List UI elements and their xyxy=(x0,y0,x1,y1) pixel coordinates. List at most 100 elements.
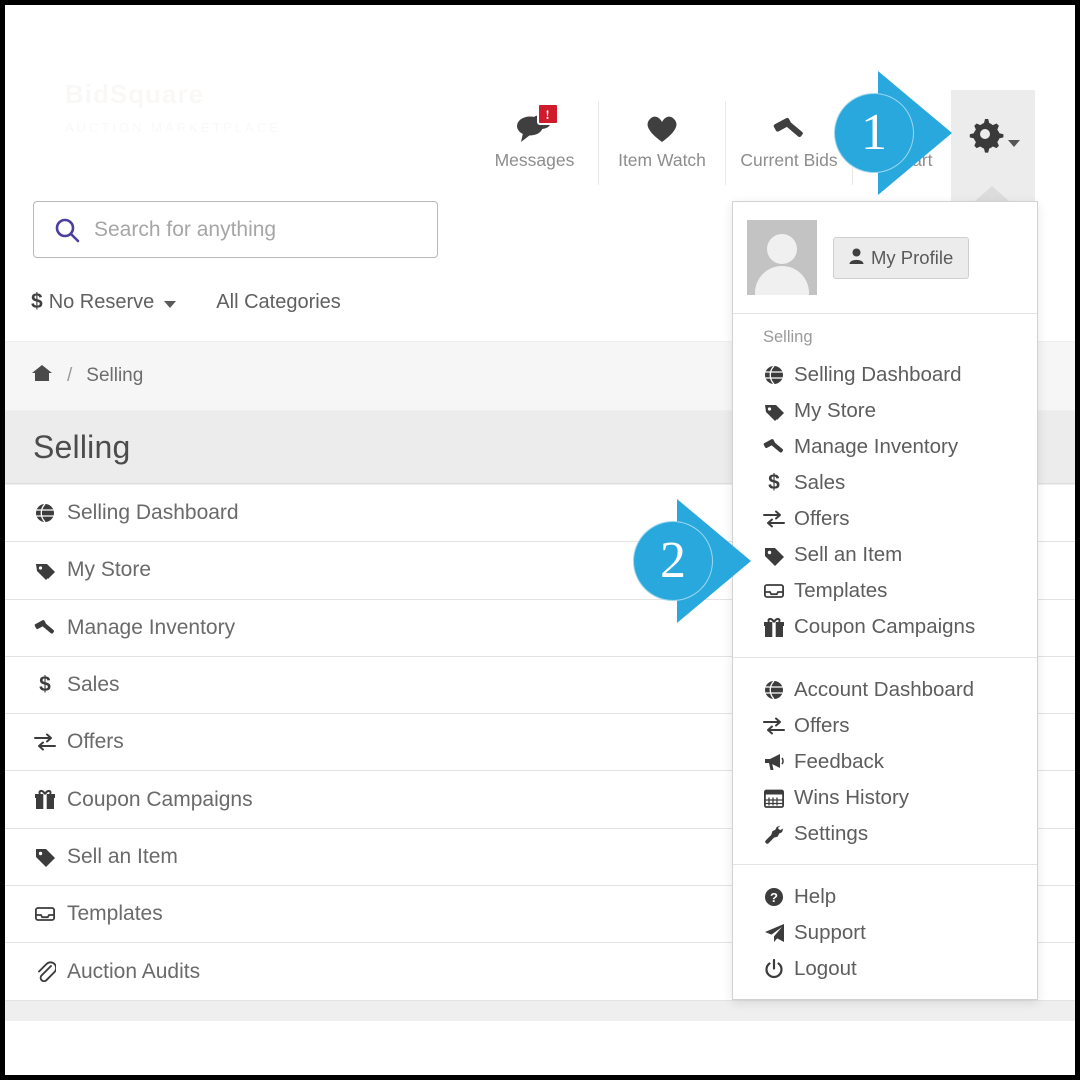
tag-icon xyxy=(33,846,57,868)
logo-text: BidSquare xyxy=(65,79,204,109)
home-icon[interactable] xyxy=(31,363,53,389)
exchange-icon xyxy=(763,716,785,736)
dropdown-item-label: Selling Dashboard xyxy=(794,363,962,386)
dropdown-profile-header: My Profile xyxy=(733,202,1037,314)
dollar-icon: $ xyxy=(39,673,51,697)
gavel-icon xyxy=(763,436,785,458)
dropdown-item-label: Offers xyxy=(794,507,850,530)
nav-item-messages[interactable]: ! Messages xyxy=(471,101,598,185)
gavel-icon xyxy=(772,107,806,151)
screenshot-frame: BidSquare AUCTION MARKETPLACE ! Messages xyxy=(0,0,1080,1080)
selling-list-item-label: Sales xyxy=(67,673,120,697)
search-icon xyxy=(54,217,80,243)
dropdown-item[interactable]: Wins History xyxy=(733,780,1037,816)
avatar-body xyxy=(755,266,809,295)
filter-all-categories[interactable]: All Categories xyxy=(216,291,341,314)
selling-list-item-label: My Store xyxy=(67,558,152,582)
dollar-icon: $ xyxy=(768,471,780,494)
dropdown-item-label: Logout xyxy=(794,957,857,980)
selling-list-item-label: Manage Inventory xyxy=(67,615,236,639)
filter-label: No Reserve xyxy=(48,290,155,313)
dropdown-item-label: Wins History xyxy=(794,786,910,809)
dropdown-item-label: Support xyxy=(794,921,866,944)
logo-subtext: AUCTION MARKETPLACE xyxy=(65,111,285,145)
dropdown-item-label: Sales xyxy=(794,471,846,494)
selling-list-item-label: Auction Audits xyxy=(67,959,201,983)
dropdown-item[interactable]: Account Dashboard xyxy=(733,672,1037,708)
dropdown-item[interactable]: Offers xyxy=(733,708,1037,744)
dropdown-selling-section: Selling Selling Dashboard My Store Manage … xyxy=(733,314,1037,658)
search-box[interactable] xyxy=(33,201,438,258)
calendar-icon xyxy=(763,788,785,808)
dropdown-item[interactable]: Sell an Item xyxy=(733,537,1037,573)
breadcrumb-current: Selling xyxy=(86,365,144,386)
dropdown-item-label: Offers xyxy=(794,714,850,737)
dropdown-item-label: Account Dashboard xyxy=(794,678,975,701)
avatar xyxy=(747,220,817,295)
comments-icon: ! xyxy=(515,103,559,151)
site-logo[interactable]: BidSquare AUCTION MARKETPLACE xyxy=(65,77,285,147)
filter-label: All Categories xyxy=(216,290,341,313)
nav-label: Item Watch xyxy=(618,150,706,170)
dropdown-item[interactable]: My Store xyxy=(733,393,1037,429)
selling-list-item-label: Coupon Campaigns xyxy=(67,787,253,811)
chevron-down-icon xyxy=(1008,140,1020,147)
dropdown-item[interactable]: Manage Inventory xyxy=(733,429,1037,465)
dropdown-item[interactable]: ? Help xyxy=(733,879,1037,915)
globe-icon xyxy=(763,680,785,700)
dropdown-section-heading: Selling xyxy=(763,328,813,346)
gear-icon xyxy=(966,115,1004,158)
dropdown-item[interactable]: Coupon Campaigns xyxy=(733,609,1037,645)
dropdown-item-label: Help xyxy=(794,885,837,908)
filter-no-reserve[interactable]: $ No Reserve xyxy=(31,290,177,314)
selling-list-item-label: Selling Dashboard xyxy=(67,501,239,525)
search-input[interactable] xyxy=(92,216,396,243)
annotation-marker-2: 2 xyxy=(633,499,753,625)
dropdown-item[interactable]: Settings xyxy=(733,816,1037,852)
dropdown-item[interactable]: Support xyxy=(733,915,1037,951)
dropdown-item-label: Feedback xyxy=(794,750,885,773)
nav-item-current-bids[interactable]: Current Bids xyxy=(725,101,852,185)
breadcrumb-separator: / xyxy=(67,365,73,386)
dropdown-item[interactable]: Feedback xyxy=(733,744,1037,780)
dropdown-item[interactable]: Templates xyxy=(733,573,1037,609)
tags-icon xyxy=(763,401,785,422)
dropdown-pointer-nub xyxy=(975,186,1009,201)
dropdown-item[interactable]: Logout xyxy=(733,951,1037,987)
page-footer-area xyxy=(5,1021,1075,1075)
globe-icon xyxy=(763,365,785,385)
annotation-number: 1 xyxy=(834,93,914,173)
dropdown-item-label: Templates xyxy=(794,579,888,602)
dropdown-item-label: Manage Inventory xyxy=(794,435,959,458)
page-title: Selling xyxy=(33,428,131,465)
selling-list-item-label: Templates xyxy=(67,902,163,926)
nav-label: Current Bids xyxy=(740,150,838,170)
question-circle-icon: ? xyxy=(763,887,785,907)
my-profile-button[interactable]: My Profile xyxy=(833,236,970,279)
dropdown-item[interactable]: Selling Dashboard xyxy=(733,357,1037,393)
selling-list-item-label: Sell an Item xyxy=(67,844,178,868)
svg-text:?: ? xyxy=(770,890,778,905)
dropdown-item[interactable]: Offers xyxy=(733,501,1037,537)
avatar-head xyxy=(767,234,797,264)
gift-icon xyxy=(763,617,785,638)
tag-icon xyxy=(763,545,785,566)
paperclip-icon xyxy=(33,961,57,983)
annotation-number: 2 xyxy=(633,521,713,601)
dropdown-item[interactable]: $ Sales xyxy=(733,465,1037,501)
dollar-icon: $ xyxy=(31,290,43,313)
filter-row: $ No Reserve All Categories xyxy=(31,290,341,314)
nav-item-item-watch[interactable]: Item Watch xyxy=(598,101,725,185)
wrench-icon xyxy=(763,823,785,845)
messages-badge: ! xyxy=(536,103,559,125)
dropdown-item-label: My Store xyxy=(794,399,877,422)
user-icon xyxy=(849,247,864,269)
dropdown-item-label: Sell an Item xyxy=(794,543,903,566)
gift-icon xyxy=(33,789,57,810)
browser-page: BidSquare AUCTION MARKETPLACE ! Messages xyxy=(5,5,1075,1075)
dropdown-support-section: ? Help Support Logout xyxy=(733,865,1037,999)
dropdown-account-section: Account Dashboard Offers Feedback Wins Hist… xyxy=(733,658,1037,865)
nav-label: Messages xyxy=(494,150,575,170)
dropdown-item-label: Settings xyxy=(794,822,869,845)
exchange-icon xyxy=(763,509,785,529)
